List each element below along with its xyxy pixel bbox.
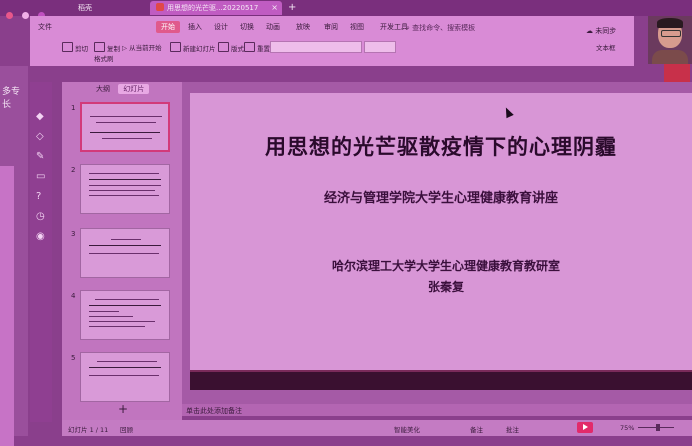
cloud-sync-status[interactable]: ☁ 未同步: [586, 26, 616, 36]
play-from-current-button[interactable]: ▷ 从当前开始: [122, 42, 162, 52]
wps-logo-icon: [156, 3, 164, 11]
webcam-overlay: [648, 16, 692, 64]
record-indicator[interactable]: [664, 64, 690, 82]
menu-view[interactable]: 视图: [350, 22, 364, 32]
notes-area[interactable]: 单击此处添加备注: [182, 404, 692, 416]
slide-footer-band: [190, 370, 692, 390]
presenter-hair: [657, 18, 683, 28]
cut-icon: [62, 42, 73, 52]
window-tab-bar: 稻壳 用思想的光芒驱...20220517 × +: [0, 0, 692, 19]
menu-design[interactable]: 设计: [214, 22, 228, 32]
slide-organization[interactable]: 哈尔滨理工大学大学生心理健康教育教研室: [190, 257, 692, 274]
slide-number: 5: [71, 354, 76, 362]
menu-animation[interactable]: 动画: [266, 22, 280, 32]
thumbnails-tabs: 大纲 幻灯片: [96, 84, 150, 94]
shape-icon[interactable]: ◇: [36, 132, 46, 142]
cut-button[interactable]: 剪切: [62, 42, 88, 53]
slide-subtitle[interactable]: 经济与管理学院大学生心理健康教育讲座: [190, 187, 692, 206]
notes-button[interactable]: 备注: [470, 424, 483, 434]
slide-thumbnail-4[interactable]: [80, 290, 170, 340]
zoom-level: 75%: [620, 424, 635, 432]
background-app: 多专长: [0, 66, 28, 446]
tab-document-label: 用思想的光芒驱...20220517: [167, 4, 259, 12]
format-painter-button[interactable]: 格式刷: [94, 53, 114, 63]
thumbnails-panel: 大纲 幻灯片 1 2 3 4 5 +: [62, 82, 182, 422]
copy-button[interactable]: 复制: [94, 42, 120, 53]
slide-number: 3: [71, 230, 76, 238]
background-app-caption: 多专长: [2, 87, 21, 110]
shield-icon[interactable]: ◆: [36, 112, 46, 122]
menu-file[interactable]: 文件: [38, 22, 52, 32]
slide-thumbnail-1[interactable]: [80, 102, 170, 152]
cloud-icon: ☁: [586, 27, 596, 35]
reset-button[interactable]: 重置: [244, 42, 270, 53]
ribbon: 文件 开始 插入 设计 切换 动画 放映 审阅 视图 开发工具 ⌕ 查找命令、搜…: [30, 16, 634, 66]
slide-thumbnail-5[interactable]: [80, 352, 170, 402]
location-icon[interactable]: ◉: [36, 232, 46, 242]
tab-document[interactable]: 用思想的光芒驱...20220517 ×: [150, 1, 282, 15]
layout-button[interactable]: 版式: [218, 42, 244, 53]
background-app-pane: [0, 166, 14, 446]
tab-docer-home[interactable]: 稻壳: [78, 1, 92, 15]
font-size-select[interactable]: [364, 41, 396, 53]
toolbar: 剪切 复制 格式刷 ▷ 从当前开始 新建幻灯片 版式 重置 文本框: [30, 38, 634, 66]
window-controls: [6, 4, 66, 19]
menu-developer[interactable]: 开发工具: [380, 22, 408, 32]
mouse-cursor-icon: [502, 105, 514, 119]
side-toolbar: ◆ ◇ ✎ ▭ ? ◷ ◉: [30, 82, 52, 422]
menu-transition[interactable]: 切换: [240, 22, 254, 32]
textbox-button[interactable]: 文本框: [596, 42, 616, 52]
theme-name: 回顾: [120, 426, 133, 434]
slide-thumbnail-3[interactable]: [80, 228, 170, 278]
comments-button[interactable]: 批注: [506, 424, 519, 434]
menu-slideshow[interactable]: 放映: [296, 22, 310, 32]
help-icon[interactable]: ?: [36, 192, 46, 202]
notes-placeholder: 单击此处添加备注: [186, 407, 242, 415]
menu-insert[interactable]: 插入: [188, 22, 202, 32]
plus-icon[interactable]: +: [118, 402, 128, 416]
close-icon[interactable]: ×: [271, 1, 278, 15]
plus-icon[interactable]: +: [288, 1, 296, 15]
copy-icon: [94, 42, 105, 52]
slide-number: 4: [71, 292, 76, 300]
new-slide-button[interactable]: 新建幻灯片: [170, 42, 216, 53]
tab-outline[interactable]: 大纲: [96, 85, 110, 93]
window-dot-icon[interactable]: [22, 12, 30, 19]
zoom-slider-knob[interactable]: [655, 424, 660, 431]
clock-icon[interactable]: ◷: [36, 212, 46, 222]
tab-slides[interactable]: 幻灯片: [118, 84, 150, 94]
slide-title[interactable]: 用思想的光芒驱散疫情下的心理阴霾: [190, 131, 692, 161]
window-dot-icon[interactable]: [6, 12, 13, 19]
folder-icon[interactable]: ▭: [36, 172, 46, 182]
reset-icon: [244, 42, 255, 52]
font-name-select[interactable]: [270, 41, 362, 53]
smart-beautify-button[interactable]: 智能美化: [394, 424, 420, 434]
slide-thumbnail-2[interactable]: [80, 164, 170, 214]
status-bar: 幻灯片 1 / 11 回顾 智能美化 备注 批注 75%: [62, 420, 692, 436]
menu-review[interactable]: 审阅: [324, 22, 338, 32]
slide-author[interactable]: 张秦复: [190, 278, 692, 295]
current-slide[interactable]: 用思想的光芒驱散疫情下的心理阴霾 经济与管理学院大学生心理健康教育讲座 哈尔滨理…: [190, 93, 692, 390]
new-slide-icon: [170, 42, 181, 52]
slide-number: 2: [71, 166, 76, 174]
layout-icon: [218, 42, 229, 52]
brush-icon[interactable]: ✎: [36, 152, 46, 162]
presenter-shirt: [652, 50, 688, 64]
presenter-glasses: [661, 30, 681, 37]
slide-number: 1: [71, 104, 76, 112]
menu-bar: 文件 开始 插入 设计 切换 动画 放映 审阅 视图 开发工具 ⌕ 查找命令、搜…: [30, 20, 634, 36]
menu-start[interactable]: 开始: [156, 21, 180, 33]
search-input[interactable]: ⌕ 查找命令、搜索模板: [406, 23, 475, 33]
play-icon[interactable]: [577, 422, 593, 433]
slide-counter: 幻灯片 1 / 11: [68, 426, 109, 434]
